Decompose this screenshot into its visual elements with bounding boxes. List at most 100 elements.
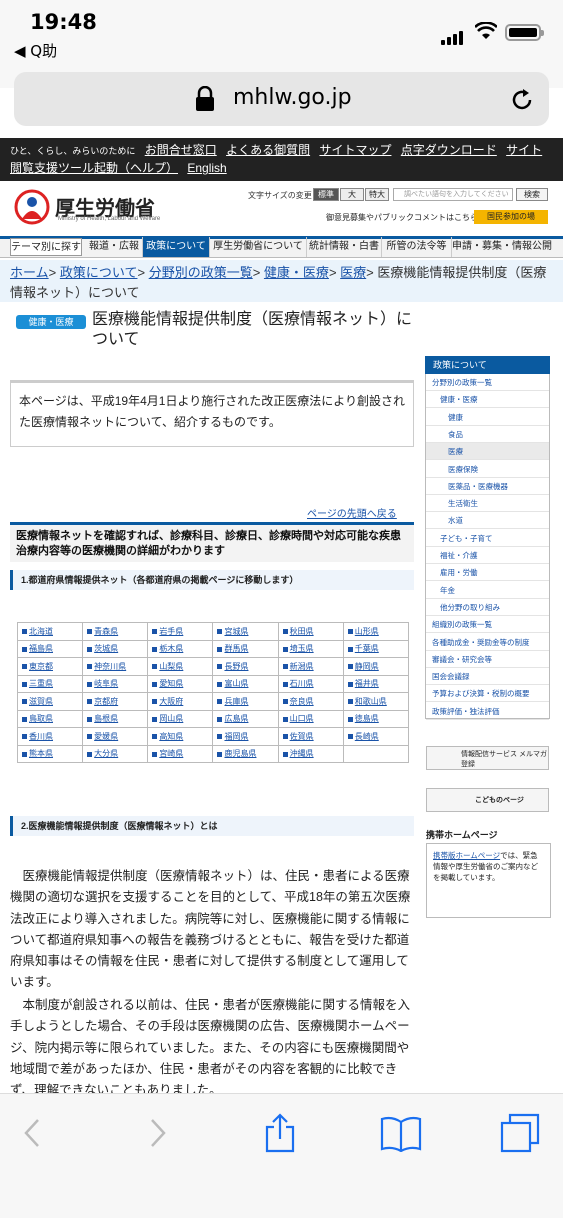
prefecture-link[interactable]: 山形県 [342,622,410,641]
prefecture-link[interactable]: 宮崎県 [147,744,214,763]
prefecture-link[interactable]: 高知県 [147,727,214,746]
prefecture-link[interactable]: 山口県 [277,709,344,728]
sidebar-item[interactable]: 子ども・子育て [426,530,549,547]
prefecture-link[interactable]: 香川県 [16,727,84,746]
sidebar-item[interactable]: 生活衛生 [426,495,549,513]
prefecture-link[interactable]: 青森県 [82,622,149,641]
prefecture-link[interactable]: 和歌山県 [342,692,410,711]
prefecture-link[interactable]: 石川県 [277,674,344,693]
nav-about[interactable]: 厚生労働省について [210,237,307,257]
prefecture-link[interactable]: 奈良県 [277,692,344,711]
prefecture-link[interactable]: 北海道 [16,622,84,641]
prefecture-link[interactable]: 広島県 [212,709,279,728]
font-size-standard-button[interactable]: 標準 [313,188,339,201]
prefecture-link[interactable]: 滋賀県 [16,692,84,711]
prefecture-link[interactable]: 大分県 [82,744,149,763]
site-search-input[interactable]: 調べたい語句を入力してください [393,188,513,201]
kids-page-banner[interactable]: こどものページ [426,788,549,812]
sidebar-heading[interactable]: 政策について [425,356,550,374]
link-contact[interactable]: お問合せ窓口 [145,143,217,157]
prefecture-link[interactable]: 福島県 [16,639,84,658]
reload-icon[interactable] [508,86,536,114]
prefecture-link[interactable]: 熊本県 [16,744,84,763]
prefecture-link[interactable]: 群馬県 [212,639,279,658]
breadcrumb-health[interactable]: 健康・医療 [264,265,329,280]
prefecture-link[interactable]: 沖縄県 [277,744,344,763]
sidebar-item[interactable]: 医薬品・医療機器 [426,478,549,495]
nav-statistics[interactable]: 統計情報・白書 [307,237,382,257]
sidebar-item[interactable]: 医療 [426,443,549,461]
prefecture-link[interactable]: 鳥取県 [16,709,84,728]
font-size-large-button[interactable]: 大 [340,188,364,201]
prefecture-link[interactable]: 佐賀県 [277,727,344,746]
prefecture-link[interactable]: 茨城県 [82,639,149,658]
prefecture-link[interactable]: 千葉県 [342,639,410,658]
share-icon[interactable] [263,1113,297,1153]
link-sitemap[interactable]: サイトマップ [319,143,391,157]
nav-policy[interactable]: 政策について [143,237,210,257]
prefecture-link[interactable]: 栃木県 [147,639,214,658]
bookmarks-icon[interactable] [380,1116,422,1152]
prefecture-link[interactable]: 神奈川県 [82,657,149,676]
prefecture-link[interactable]: 長崎県 [342,727,410,746]
url-text[interactable]: mhlw.go.jp [233,85,352,110]
prefecture-link[interactable]: 三重県 [16,674,84,693]
prefecture-link[interactable]: 宮城県 [212,622,279,641]
prefecture-link[interactable]: 新潟県 [277,657,344,676]
sidebar-item[interactable]: 雇用・労働 [426,564,549,582]
prefecture-link[interactable]: 静岡県 [342,657,410,676]
prefecture-link[interactable]: 岩手県 [147,622,214,641]
prefecture-link[interactable]: 山梨県 [147,657,214,676]
breadcrumb-medical[interactable]: 医療 [340,265,366,280]
breadcrumb-list[interactable]: 分野別の政策一覧 [149,265,253,280]
sidebar-item[interactable]: 審議会・研究会等 [426,651,549,668]
link-braille[interactable]: 点字ダウンロード [401,143,497,157]
prefecture-link[interactable]: 東京都 [16,657,84,676]
prefecture-link[interactable]: 岡山県 [147,709,214,728]
page-top-link[interactable]: ページの先頭へ戻る [307,505,397,520]
sidebar-item[interactable]: 他分野の取り組み [426,599,549,616]
nav-theme[interactable]: テーマ別に探す [10,238,82,256]
back-to-app-button[interactable]: ◀ Q助 [14,40,57,61]
sidebar-item[interactable]: 健康 [426,409,549,426]
breadcrumb-home[interactable]: ホーム [10,265,49,280]
site-search-button[interactable]: 検索 [516,188,548,201]
prefecture-link[interactable]: 京都府 [82,692,149,711]
prefecture-link[interactable]: 長野県 [212,657,279,676]
mail-magazine-banner[interactable]: 情報配信サービス メルマガ登録 [426,746,549,770]
forward-arrow-icon[interactable] [148,1118,168,1148]
prefecture-link[interactable]: 愛知県 [147,674,214,693]
back-arrow-icon[interactable] [22,1118,42,1148]
prefecture-link[interactable]: 島根県 [82,709,149,728]
sidebar-item[interactable]: 年金 [426,582,549,599]
mhlw-logo-icon[interactable] [14,189,50,225]
sidebar-item[interactable]: 組織別の政策一覧 [426,616,549,634]
mobile-page-link[interactable]: 携帯版ホームページ [433,851,500,860]
nav-laws[interactable]: 所管の法令等 [382,237,452,257]
prefecture-link[interactable]: 鹿児島県 [212,744,279,763]
breadcrumb-policy[interactable]: 政策について [60,265,138,280]
link-english[interactable]: English [187,161,226,175]
prefecture-link[interactable]: 福岡県 [212,727,279,746]
sidebar-item[interactable]: 福祉・介護 [426,547,549,564]
prefecture-link[interactable]: 富山県 [212,674,279,693]
nav-press[interactable]: 報道・広報 [86,237,143,257]
nav-applications[interactable]: 申請・募集・情報公開 [452,237,552,257]
prefecture-link[interactable]: 徳島県 [342,709,410,728]
sidebar-item[interactable]: 予算および決算・税制の概要 [426,685,549,703]
prefecture-link[interactable]: 秋田県 [277,622,344,641]
tabs-icon[interactable] [500,1113,540,1153]
prefecture-link[interactable]: 愛媛県 [82,727,149,746]
sidebar-item[interactable]: 健康・医療 [426,391,549,409]
font-size-xlarge-button[interactable]: 特大 [365,188,389,201]
sidebar-item[interactable]: 分野別の政策一覧 [426,374,549,391]
sidebar-item[interactable]: 食品 [426,426,549,443]
sidebar-item[interactable]: 医療保険 [426,461,549,478]
prefecture-link[interactable]: 岐阜県 [82,674,149,693]
prefecture-link[interactable]: 兵庫県 [212,692,279,711]
prefecture-link[interactable]: 福井県 [342,674,410,693]
sidebar-item[interactable]: 国会会議録 [426,668,549,686]
participate-button[interactable]: 国民参加の場 [474,210,548,224]
prefecture-link[interactable]: 埼玉県 [277,639,344,658]
sidebar-item[interactable]: 政策評価・独法評価 [426,703,549,720]
